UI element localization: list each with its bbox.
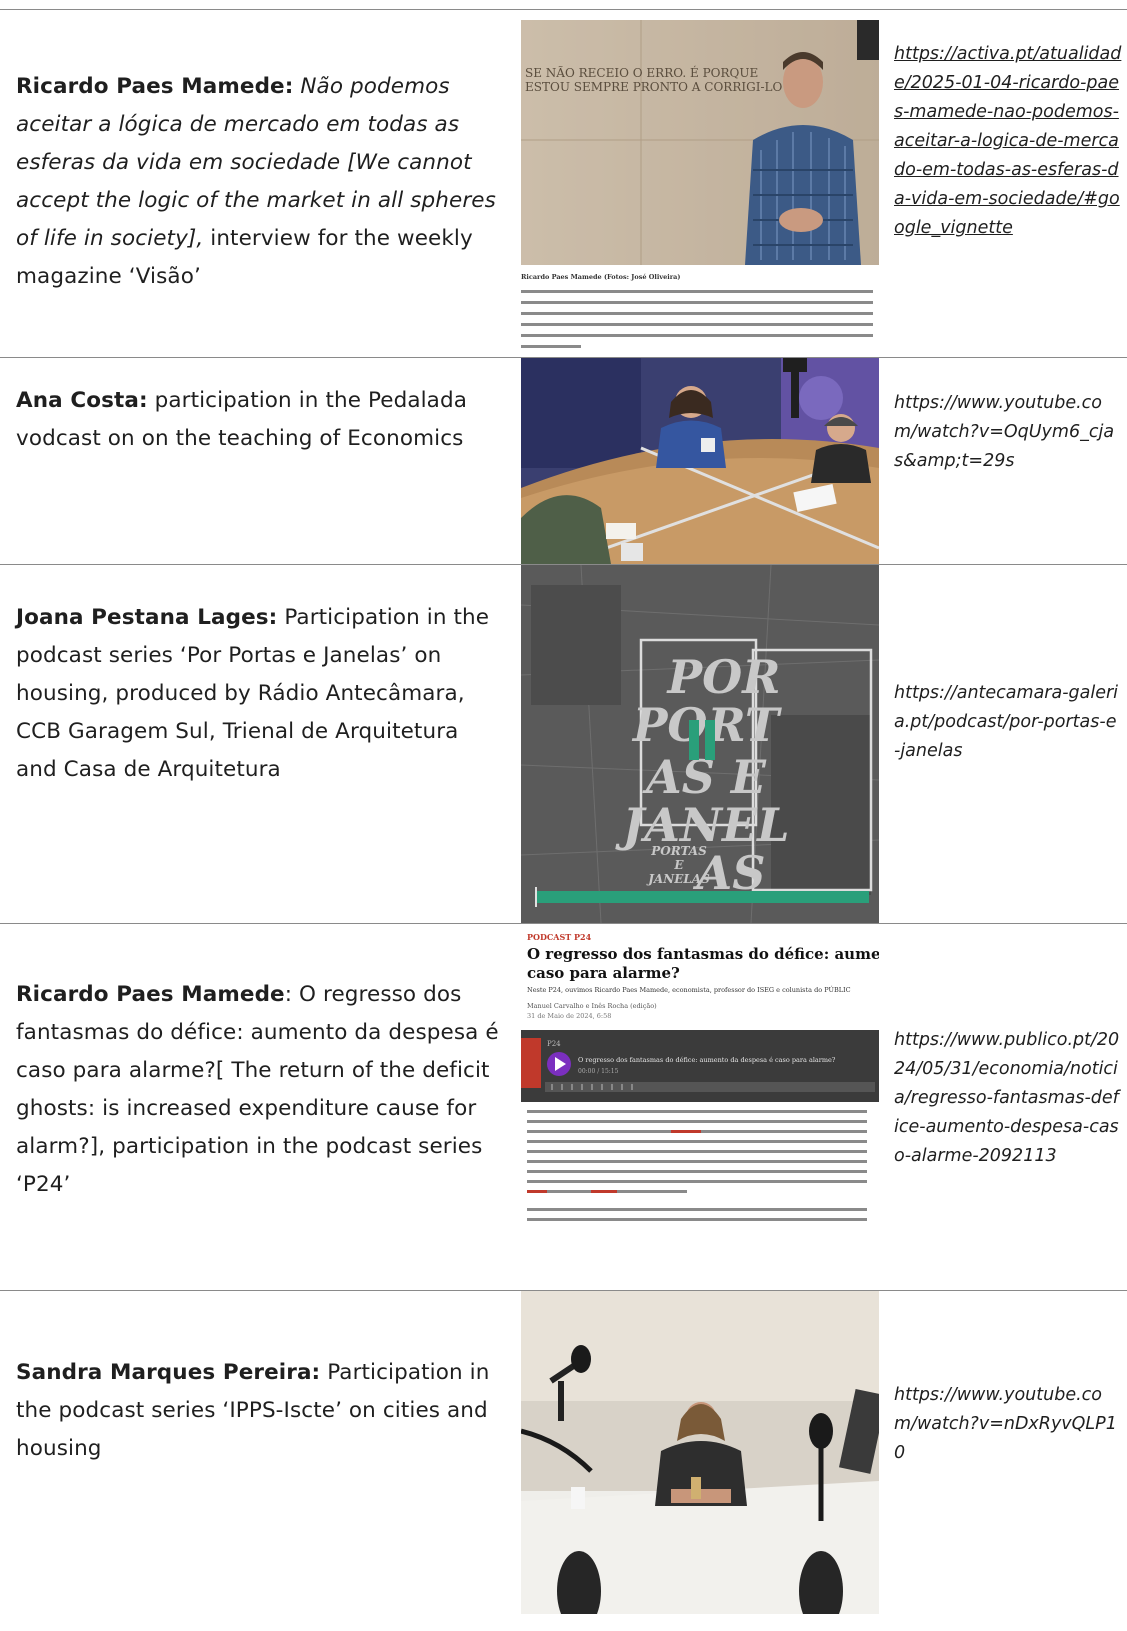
- source-link[interactable]: https://activa.pt/atualidade/2025-01-04-…: [894, 40, 1122, 243]
- article-headline: caso para alarme?: [527, 964, 680, 982]
- table-row: Ricardo Paes Mamede: O regresso dos fant…: [0, 924, 1127, 1291]
- article-headline: O regresso dos fantasmas do défice: aume…: [527, 945, 879, 963]
- table-row: Joana Pestana Lages: Participation in th…: [0, 565, 1127, 924]
- thumbnail-image: [521, 1291, 879, 1614]
- article-kicker: PODCAST P24: [527, 932, 592, 942]
- wall-inscription: ESTOU SEMPRE PRONTO A CORRIGI-LO: [525, 80, 782, 94]
- row-description: Joana Pestana Lages: Participation in th…: [16, 599, 506, 789]
- interview-photo: SE NÃO RECEIO O ERRO. É PORQUE ESTOU SEM…: [521, 20, 879, 356]
- table-row: Ana Costa: participation in the Pedalada…: [0, 358, 1127, 565]
- row-description: Ricardo Paes Mamede: Não podemos aceitar…: [16, 68, 506, 296]
- player-label: P24: [547, 1040, 561, 1048]
- person-name: Ricardo Paes Mamede: [16, 982, 285, 1007]
- person-name: Ana Costa:: [16, 388, 148, 413]
- source-link-text[interactable]: https://activa.pt/atualidade/2025-01-04-…: [894, 44, 1121, 238]
- article-standfirst: Neste P24, ouvimos Ricardo Paes Mamede, …: [527, 985, 851, 994]
- source-link-text[interactable]: https://www.publico.pt/2024/05/31/econom…: [894, 1030, 1119, 1166]
- pause-icon[interactable]: [689, 720, 699, 760]
- table-row: Ricardo Paes Mamede: Não podemos aceitar…: [0, 10, 1127, 358]
- person-name: Joana Pestana Lages:: [16, 605, 278, 630]
- thumbnail-image: SE NÃO RECEIO O ERRO. É PORQUE ESTOU SEM…: [521, 20, 879, 356]
- source-link-text[interactable]: https://antecamara-galeria.pt/podcast/po…: [894, 683, 1118, 761]
- person-name: Ricardo Paes Mamede:: [16, 74, 294, 99]
- thumbnail-image: PODCAST P24 O regresso dos fantasmas do …: [521, 928, 879, 1268]
- source-link[interactable]: https://www.youtube.com/watch?v=nDxRyvQL…: [894, 1381, 1122, 1468]
- vodcast-photo: [521, 358, 879, 564]
- thumbnail-image: [521, 358, 879, 564]
- cover-subtitle-line: JANELAS: [646, 872, 710, 886]
- person-name: Sandra Marques Pereira:: [16, 1360, 321, 1385]
- row-description: Ana Costa: participation in the Pedalada…: [16, 382, 506, 458]
- source-link-text[interactable]: https://www.youtube.com/watch?v=OqUym6_c…: [894, 393, 1114, 471]
- player-time: 00:00 / 15:15: [578, 1068, 619, 1075]
- player-title: O regresso dos fantasmas do défice: aume…: [578, 1056, 836, 1064]
- row-description: Ricardo Paes Mamede: O regresso dos fant…: [16, 976, 506, 1204]
- row-detail: : O regresso dos fantasmas do défice: au…: [16, 982, 499, 1197]
- article-byline: Manuel Carvalho e Inês Rocha (edição): [527, 1002, 657, 1010]
- progress-bar[interactable]: [535, 891, 869, 903]
- cover-subtitle-line: E: [673, 858, 684, 872]
- cover-title-line: POR: [666, 650, 781, 704]
- interview-title: Não podemos aceitar a lógica de mercado …: [16, 74, 496, 251]
- row-description: Sandra Marques Pereira: Participation in…: [16, 1354, 506, 1468]
- photo-caption: Ricardo Paes Mamede (Fotos: José Oliveir…: [521, 273, 680, 281]
- table-row: Sandra Marques Pereira: Participation in…: [0, 1291, 1127, 1631]
- wall-inscription: SE NÃO RECEIO O ERRO. É PORQUE: [525, 65, 758, 80]
- podcast-cover: POR PORT AS E JANEL AS PORTAS E JANELAS: [521, 565, 879, 923]
- article-screenshot: PODCAST P24 O regresso dos fantasmas do …: [521, 928, 879, 1268]
- cover-title-line: AS E: [642, 750, 767, 804]
- article-date: 31 de Maio de 2024, 6:58: [527, 1012, 611, 1020]
- source-link-text[interactable]: https://www.youtube.com/watch?v=nDxRyvQL…: [894, 1385, 1117, 1463]
- row-detail: Participation in the podcast series ‘Por…: [16, 605, 490, 782]
- thumbnail-image: POR PORT AS E JANEL AS PORTAS E JANELAS: [521, 565, 879, 923]
- source-link[interactable]: https://antecamara-galeria.pt/podcast/po…: [894, 679, 1122, 766]
- source-link[interactable]: https://www.publico.pt/2024/05/31/econom…: [894, 1026, 1122, 1171]
- cover-subtitle-line: PORTAS: [650, 844, 707, 858]
- source-link[interactable]: https://www.youtube.com/watch?v=OqUym6_c…: [894, 389, 1122, 476]
- studio-photo: [521, 1291, 879, 1614]
